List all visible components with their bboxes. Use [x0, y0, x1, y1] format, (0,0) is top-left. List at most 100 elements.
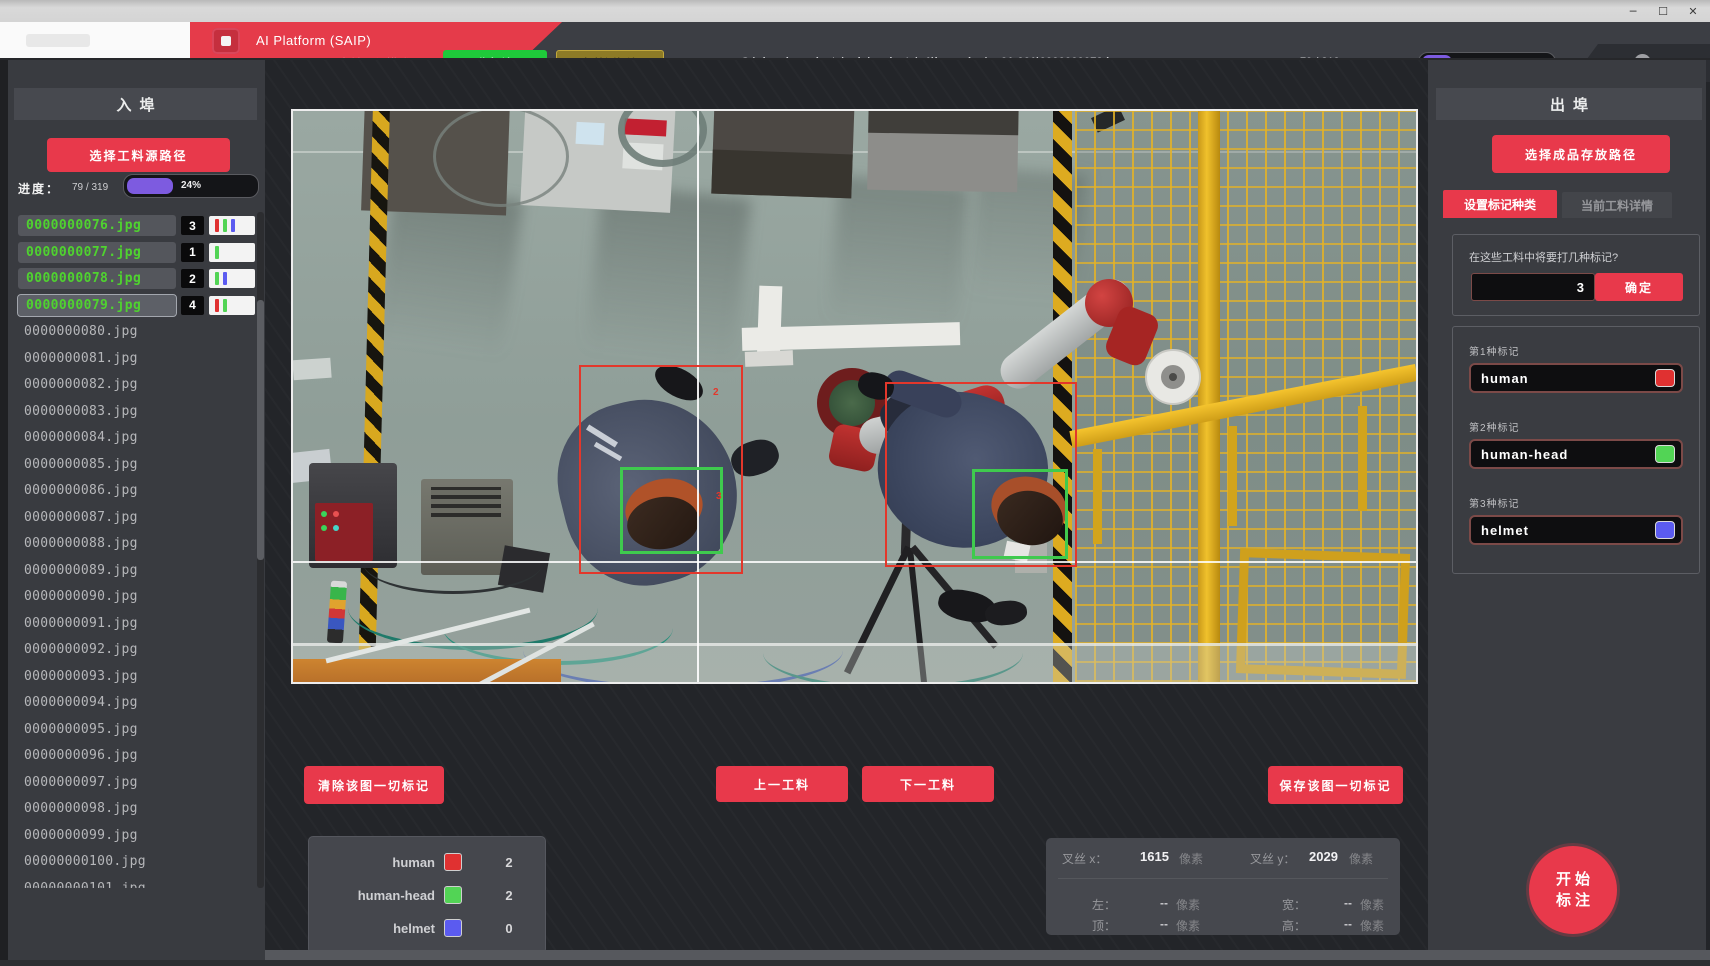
- file-name: 0000000090.jpg: [24, 586, 138, 607]
- output-panel-title: 出埠: [1436, 88, 1702, 120]
- width-value: --: [1344, 896, 1352, 910]
- mark1-label: 第1种标记: [1469, 343, 1520, 358]
- file-row[interactable]: 0000000077.jpg1: [8, 242, 257, 264]
- machine-front: [711, 150, 852, 199]
- file-row[interactable]: 0000000098.jpg: [8, 798, 257, 820]
- file-row[interactable]: 00000000100.jpg: [8, 851, 257, 873]
- file-row[interactable]: 00000000101.jpg: [8, 878, 257, 889]
- fixture-plate: [745, 350, 793, 367]
- file-list-scrollbar-thumb[interactable]: [257, 300, 264, 560]
- confirm-button[interactable]: 确定: [1595, 273, 1683, 301]
- window-bottom-bar: [265, 950, 1710, 960]
- file-row[interactable]: 0000000091.jpg: [8, 613, 257, 635]
- tab-set-mark-types[interactable]: 设置标记种类: [1443, 190, 1557, 218]
- file-row[interactable]: 0000000078.jpg2: [8, 268, 257, 290]
- file-row[interactable]: 0000000099.jpg: [8, 825, 257, 847]
- file-row[interactable]: 0000000076.jpg 3: [8, 215, 257, 237]
- legend-label: human-head: [317, 888, 435, 903]
- select-source-path-button[interactable]: 选择工料源路径: [47, 138, 230, 172]
- annotation-legend: human 2 human-head 2 helmet 0: [308, 836, 546, 954]
- legend-label: human: [317, 855, 435, 870]
- mark-types-group: 第1种标记 第2种标记 第3种标记: [1452, 326, 1700, 574]
- workpiece-image[interactable]: 2 3: [293, 111, 1416, 682]
- start-annotation-line2: 标注: [1552, 890, 1594, 911]
- close-icon[interactable]: ✕: [1682, 2, 1704, 20]
- mark2-input[interactable]: [1469, 439, 1683, 469]
- sidebar-progress-percent: 24%: [124, 180, 258, 191]
- app-title: AI Platform (SAIP): [256, 33, 371, 48]
- indicator-light: [333, 525, 339, 531]
- minimize-icon[interactable]: ─: [1622, 2, 1644, 20]
- annotation-bars-badge: [209, 269, 255, 288]
- crosshair-horizontal-line: [293, 561, 1416, 563]
- tab-workpiece-details[interactable]: 当前工料详情: [1562, 192, 1672, 218]
- file-name: 00000000100.jpg: [24, 851, 146, 872]
- legend-count: 0: [494, 921, 524, 936]
- maximize-icon[interactable]: ☐: [1652, 2, 1674, 20]
- annotation-count-badge: 3: [181, 216, 204, 235]
- bbox-human-head-left[interactable]: [620, 467, 723, 554]
- file-row[interactable]: 0000000094.jpg: [8, 692, 257, 714]
- top-value: --: [1160, 917, 1168, 931]
- mark-count-bar: [231, 219, 235, 232]
- file-row[interactable]: 0000000086.jpg: [8, 480, 257, 502]
- mark3-input[interactable]: [1469, 515, 1683, 545]
- file-row[interactable]: 0000000097.jpg: [8, 772, 257, 794]
- progress-label: 进度：: [18, 180, 60, 197]
- select-output-path-button[interactable]: 选择成品存放路径: [1492, 135, 1670, 173]
- start-annotation-button[interactable]: 开始 标注: [1529, 846, 1617, 934]
- mark-count-bar: [215, 299, 219, 312]
- bbox-id-label: 2: [713, 387, 719, 398]
- file-name: 0000000083.jpg: [24, 401, 138, 422]
- company-logo: [26, 34, 90, 47]
- crosshair-y-label: 叉丝 y：: [1250, 850, 1295, 867]
- file-row[interactable]: 0000000096.jpg: [8, 745, 257, 767]
- width-label: 宽：: [1282, 896, 1306, 913]
- mark3-color-chip[interactable]: [1655, 521, 1675, 539]
- file-row[interactable]: 0000000087.jpg: [8, 507, 257, 529]
- app-window: ─ ☐ ✕ AI Platform (SAIP) 当前工作模式： 图像标注 ▾ …: [0, 0, 1710, 966]
- annotation-bars-badge: [209, 216, 255, 235]
- file-row[interactable]: 0000000085.jpg: [8, 454, 257, 476]
- clear-marks-button[interactable]: 清除该图一切标记: [304, 766, 444, 804]
- unit-label: 像素: [1360, 896, 1384, 913]
- file-row[interactable]: 0000000088.jpg: [8, 533, 257, 555]
- mark1-input[interactable]: [1469, 363, 1683, 393]
- save-marks-button[interactable]: 保存该图一切标记: [1268, 766, 1403, 804]
- bbox-human-head-right[interactable]: [972, 469, 1068, 559]
- file-list: 0000000076.jpg 3 0000000077.jpg1 0000000078…: [8, 212, 257, 888]
- file-name: 0000000089.jpg: [24, 560, 138, 581]
- indicator-light: [333, 511, 339, 517]
- file-row[interactable]: 0000000083.jpg: [8, 401, 257, 423]
- mark2-color-chip[interactable]: [1655, 445, 1675, 463]
- indicator-light: [321, 511, 327, 517]
- file-row[interactable]: 0000000084.jpg: [8, 427, 257, 449]
- file-row[interactable]: 0000000090.jpg: [8, 586, 257, 608]
- annotation-bars-badge: [209, 296, 255, 315]
- file-row[interactable]: 0000000092.jpg: [8, 639, 257, 661]
- prev-workpiece-button[interactable]: 上一工料: [716, 766, 848, 802]
- file-row[interactable]: 0000000095.jpg: [8, 719, 257, 741]
- crosshair-x-value: 1615: [1140, 849, 1169, 864]
- mark-count-bar: [223, 219, 227, 232]
- unit-label: 像素: [1360, 917, 1384, 934]
- file-row[interactable]: 0000000089.jpg: [8, 560, 257, 582]
- file-row[interactable]: 0000000079.jpg4: [8, 295, 257, 317]
- file-row[interactable]: 0000000093.jpg: [8, 666, 257, 688]
- mark-count-bar: [215, 246, 219, 259]
- file-row[interactable]: 0000000082.jpg: [8, 374, 257, 396]
- file-row[interactable]: 0000000080.jpg: [8, 321, 257, 343]
- left-value: --: [1160, 896, 1168, 910]
- window-left-edge: [0, 60, 8, 966]
- crosshair-y-value: 2029: [1309, 849, 1338, 864]
- file-name: 0000000082.jpg: [24, 374, 138, 395]
- file-name: 0000000076.jpg: [18, 215, 176, 236]
- height-label: 高：: [1282, 917, 1306, 934]
- file-row[interactable]: 0000000081.jpg: [8, 348, 257, 370]
- mark1-color-chip[interactable]: [1655, 369, 1675, 387]
- mark-count-input[interactable]: [1471, 273, 1595, 301]
- file-name: 0000000096.jpg: [24, 745, 138, 766]
- next-workpiece-button[interactable]: 下一工料: [862, 766, 994, 802]
- machine: [711, 111, 854, 198]
- machine-top: [868, 111, 1019, 135]
